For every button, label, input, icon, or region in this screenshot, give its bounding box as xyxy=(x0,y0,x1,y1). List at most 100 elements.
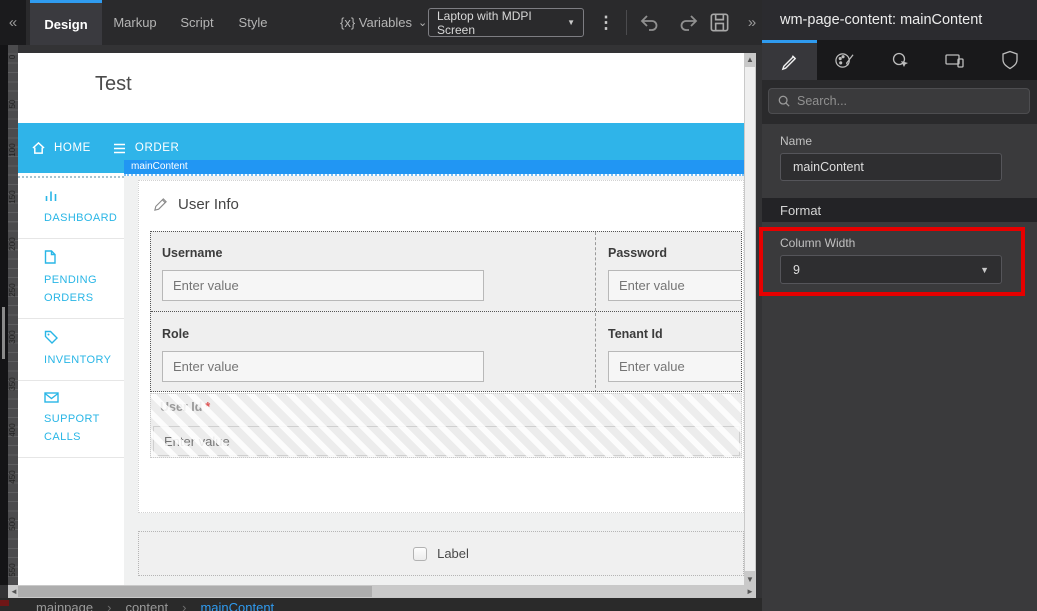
dropdown-caret-icon: ▼ xyxy=(567,18,575,27)
checkbox[interactable] xyxy=(413,546,428,561)
tab-events[interactable] xyxy=(872,40,927,80)
device-select-value: Laptop with MDPI Screen xyxy=(437,8,532,37)
label-checkbox-container[interactable]: Label xyxy=(138,531,744,576)
tab-markup[interactable]: Markup xyxy=(102,0,168,45)
form-row-1: Username Password xyxy=(151,232,741,312)
left-strip-scrollbar[interactable] xyxy=(2,307,5,359)
cursor-circle-icon xyxy=(892,52,908,67)
column-width-select[interactable]: 9 ▼ xyxy=(780,255,1002,284)
selected-widget-tag[interactable]: mainContent xyxy=(124,160,744,174)
shield-icon xyxy=(1001,50,1018,70)
edit-pencil-icon xyxy=(154,198,167,211)
variables-menu-button[interactable]: {x} Variables ⌄ xyxy=(340,0,427,45)
chevron-down-icon: ⌄ xyxy=(418,17,428,29)
ruler-mark: 100 xyxy=(8,143,17,158)
inspector-title: wm-page-content: mainContent xyxy=(762,0,1037,40)
sidebar-item-label: DASHBOARD xyxy=(44,212,118,224)
scroll-right-icon[interactable]: ► xyxy=(744,585,756,597)
bar-chart-icon xyxy=(44,189,124,202)
inspector-tabbar xyxy=(762,40,1037,80)
hidden-field-label-text: User Id xyxy=(160,400,203,414)
menu-icon xyxy=(113,143,125,153)
tab-design[interactable]: Design xyxy=(30,0,102,45)
ruler-mark: 200 xyxy=(8,236,17,251)
user-info-panel[interactable]: User Info Username Password xyxy=(138,180,744,513)
save-icon xyxy=(710,13,729,32)
tag-icon xyxy=(44,330,124,344)
scroll-up-icon[interactable]: ▲ xyxy=(744,53,756,65)
form-cell: Tenant Id xyxy=(597,313,741,391)
field-label: Username xyxy=(162,246,223,260)
tab-styles[interactable] xyxy=(817,40,872,80)
name-label: Name xyxy=(780,134,813,148)
breadcrumb-item-maincontent[interactable]: mainContent xyxy=(200,600,274,611)
ruler-mark: 550 xyxy=(8,563,17,577)
ruler-mark: 450 xyxy=(8,470,17,484)
form-cell: Role xyxy=(151,313,596,391)
form-grid: Username Password Role xyxy=(150,231,742,392)
sidebar-item-support-calls[interactable]: SUPPORT CALLS xyxy=(18,381,124,458)
save-button[interactable] xyxy=(708,11,732,35)
page-title: Test xyxy=(95,73,132,95)
vscroll-thumb[interactable] xyxy=(745,67,755,571)
nav-item-label: HOME xyxy=(54,142,91,154)
search-placeholder: Search... xyxy=(797,94,848,108)
tenantid-input[interactable] xyxy=(608,351,741,382)
nav-item-home[interactable]: HOME xyxy=(32,142,91,154)
studio-toolbar: « Design Markup Script Style {x} Variabl… xyxy=(0,0,762,45)
app-main-content[interactable]: User Info Username Password xyxy=(124,176,744,585)
checkbox-label: Label xyxy=(437,546,469,561)
recording-indicator xyxy=(0,600,9,606)
breadcrumb-item-content[interactable]: content xyxy=(125,600,168,611)
redo-icon xyxy=(680,15,698,31)
sidebar-item-label: SUPPORT xyxy=(44,413,100,425)
password-input[interactable] xyxy=(608,270,741,301)
tab-style[interactable]: Style xyxy=(226,0,280,45)
dropdown-caret-icon: ▼ xyxy=(980,264,989,275)
design-canvas: 0 50 100 150 200 250 300 350 400 450 500 550 Test H… xyxy=(0,45,762,598)
breadcrumb: mainpage › content › mainContent xyxy=(36,600,274,611)
devices-icon xyxy=(944,54,964,68)
name-input[interactable]: mainContent xyxy=(780,153,1002,181)
widget-breadcrumb-bar: mainpage › content › mainContent xyxy=(0,598,762,611)
inspector-search-section: Search... xyxy=(762,80,1037,124)
sidebar-item-inventory[interactable]: INVENTORY xyxy=(18,319,124,381)
breadcrumb-item-mainpage[interactable]: mainpage xyxy=(36,600,93,611)
sidebar-item-label: PENDING xyxy=(44,274,97,286)
app-page-preview: Test HOME ORDER mainContent DASHBOARD PEN… xyxy=(18,53,744,585)
panel-header: User Info xyxy=(153,196,239,213)
hscroll-thumb[interactable] xyxy=(18,586,372,597)
ruler-mark: 150 xyxy=(8,190,17,204)
vertical-ruler: 0 50 100 150 200 250 300 350 400 450 500 550 xyxy=(8,45,18,585)
nav-item-label: ORDER xyxy=(134,142,180,154)
device-preview-select[interactable]: Laptop with MDPI Screen ▼ xyxy=(428,8,584,37)
sidebar-item-pending-orders[interactable]: PENDING ORDERS xyxy=(18,239,124,319)
undo-button[interactable] xyxy=(638,11,662,35)
scroll-down-icon[interactable]: ▼ xyxy=(744,573,756,585)
sidebar-item-dashboard[interactable]: DASHBOARD xyxy=(18,178,124,239)
more-options-icon[interactable]: ⋮ xyxy=(598,7,615,38)
nav-item-order[interactable]: ORDER xyxy=(113,142,180,154)
canvas-horizontal-scrollbar[interactable]: ◄ ► xyxy=(8,585,756,598)
breadcrumb-separator-icon: › xyxy=(182,600,187,611)
search-input[interactable]: Search... xyxy=(768,88,1030,114)
ruler-mark: 50 xyxy=(8,99,17,109)
format-section-header: Format xyxy=(762,198,1037,222)
required-asterisk: * xyxy=(205,400,211,414)
tab-properties[interactable] xyxy=(762,40,817,80)
userid-input[interactable] xyxy=(153,426,740,456)
canvas-vertical-scrollbar[interactable]: ▲ ▼ xyxy=(744,53,756,585)
role-input[interactable] xyxy=(162,351,484,382)
tab-security[interactable] xyxy=(982,40,1037,80)
tab-devices[interactable] xyxy=(927,40,982,80)
tab-script[interactable]: Script xyxy=(168,0,226,45)
username-input[interactable] xyxy=(162,270,484,301)
file-icon xyxy=(44,250,124,264)
redo-button[interactable] xyxy=(676,11,700,35)
expand-right-panel-icon[interactable]: » xyxy=(742,0,762,45)
ruler-mark: 0 xyxy=(8,54,17,60)
properties-panel: wm-page-content: mainContent Search... N… xyxy=(762,0,1037,611)
undo-icon xyxy=(640,15,658,31)
ruler-mark: 500 xyxy=(8,516,17,531)
collapse-left-panel-icon[interactable]: « xyxy=(0,0,26,45)
